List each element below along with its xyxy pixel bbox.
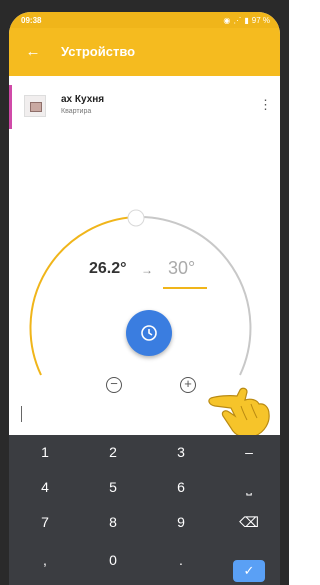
text-cursor bbox=[21, 406, 22, 422]
back-arrow-icon[interactable]: ← bbox=[21, 40, 45, 64]
backspace-icon[interactable]: ⌫ bbox=[219, 509, 279, 535]
key-7[interactable]: 7 bbox=[15, 509, 75, 535]
status-bar: 09:38 ◉ ⋰ ▮ 97 % bbox=[9, 12, 280, 28]
plus-icon: + bbox=[184, 376, 192, 391]
key-1[interactable]: 1 bbox=[15, 439, 75, 465]
key-2[interactable]: 2 bbox=[83, 439, 143, 465]
status-time: 09:38 bbox=[21, 16, 42, 25]
target-temperature[interactable]: 30° bbox=[168, 258, 195, 279]
dial-progress bbox=[29, 216, 137, 376]
target-underline bbox=[163, 287, 207, 289]
key-0[interactable]: 0 bbox=[83, 547, 143, 573]
key-6[interactable]: 6 bbox=[151, 474, 211, 500]
device-location: Квартира bbox=[61, 108, 92, 115]
app-bar: ← Устройство bbox=[9, 28, 280, 76]
key-period[interactable]: . bbox=[151, 547, 211, 573]
key-minus[interactable]: – bbox=[219, 439, 279, 465]
screen: 09:38 ◉ ⋰ ▮ 97 % ← Устройство ах Кухня К… bbox=[9, 12, 280, 585]
phone-frame: 09:38 ◉ ⋰ ▮ 97 % ← Устройство ах Кухня К… bbox=[0, 0, 289, 585]
decrease-button[interactable]: − bbox=[106, 377, 122, 393]
check-icon[interactable]: ✓ bbox=[233, 560, 265, 582]
key-3[interactable]: 3 bbox=[151, 439, 211, 465]
device-row[interactable]: ах Кухня Квартира ⋮ bbox=[9, 85, 280, 129]
increase-button[interactable]: + bbox=[180, 377, 196, 393]
numeric-keypad: 1 2 3 – 4 5 6 ⎵ 7 8 9 ⌫ , 0 . ✓ bbox=[9, 435, 280, 585]
dial-handle bbox=[127, 209, 145, 227]
clock-icon bbox=[141, 325, 157, 341]
eye-icon: ◉ bbox=[223, 15, 231, 25]
thermostat-screen bbox=[30, 102, 42, 112]
device-name: ах Кухня bbox=[61, 94, 105, 105]
kebab-menu-icon[interactable]: ⋮ bbox=[259, 98, 272, 111]
key-8[interactable]: 8 bbox=[83, 509, 143, 535]
thermostat-device-icon bbox=[24, 95, 46, 117]
key-comma[interactable]: , bbox=[15, 547, 75, 573]
wifi-icon: ⋰ bbox=[233, 15, 242, 25]
battery-icon: ▮ bbox=[244, 15, 249, 25]
key-5[interactable]: 5 bbox=[83, 474, 143, 500]
arrow-right-icon: → bbox=[141, 263, 153, 277]
minus-icon: − bbox=[110, 376, 118, 391]
key-4[interactable]: 4 bbox=[15, 474, 75, 500]
status-indicators: ◉ ⋰ ▮ 97 % bbox=[223, 16, 270, 25]
key-space[interactable]: ⎵ bbox=[219, 474, 279, 500]
page-title: Устройство bbox=[61, 44, 136, 59]
battery-percent: 97 % bbox=[251, 16, 270, 25]
schedule-button[interactable] bbox=[126, 310, 172, 356]
key-9[interactable]: 9 bbox=[151, 509, 211, 535]
current-temperature: 26.2° bbox=[89, 260, 127, 277]
